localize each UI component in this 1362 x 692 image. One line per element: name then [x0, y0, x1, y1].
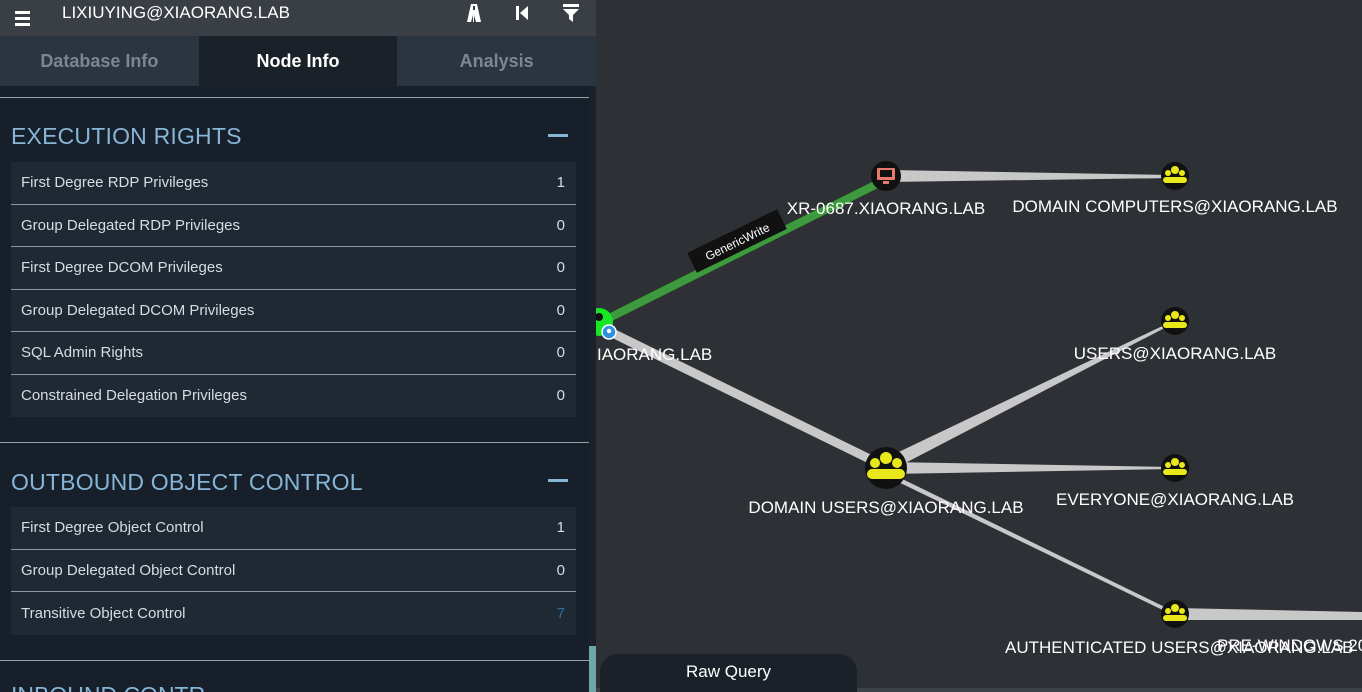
scrollbar-thumb[interactable] [589, 646, 596, 692]
section-title-outbound-object-control[interactable]: OUTBOUND OBJECT CONTROL [11, 469, 363, 496]
section-title-execution-rights[interactable]: EXECUTION RIGHTS [11, 123, 242, 150]
node-label-pre-windows: PRE-WINDOWS 20 [1217, 636, 1362, 655]
node-xr-0687[interactable] [871, 161, 901, 191]
tab-analysis[interactable]: Analysis [397, 36, 596, 86]
back-icon[interactable] [508, 0, 536, 26]
pathfinding-icon[interactable] [460, 0, 488, 26]
node-users[interactable] [1161, 307, 1189, 335]
edge-generic-write[interactable] [596, 175, 890, 327]
table-row[interactable]: First Degree Object Control 1 [11, 507, 576, 550]
table-row[interactable]: Group Delegated Object Control 0 [11, 549, 576, 592]
node-label-domain-computers: DOMAIN COMPUTERS@XIAORANG.LAB [1012, 197, 1337, 216]
table-row[interactable]: First Degree RDP Privileges 1 [11, 162, 576, 205]
tab-node-info[interactable]: Node Info [198, 36, 398, 86]
table-row[interactable]: Group Delegated DCOM Privileges 0 [11, 289, 576, 332]
row-label: First Degree DCOM Privileges [21, 259, 223, 277]
outbound-object-control-table: First Degree Object Control 1 Group Deleg… [11, 507, 576, 635]
collapse-execution-rights-icon[interactable] [548, 134, 568, 137]
row-label: Group Delegated RDP Privileges [21, 216, 241, 234]
user-icon [595, 313, 603, 321]
tab-database-info[interactable]: Database Info [0, 36, 199, 86]
row-label: First Degree Object Control [21, 519, 204, 537]
menu-icon[interactable] [0, 0, 44, 36]
row-label: Group Delegated DCOM Privileges [21, 301, 255, 319]
node-everyone[interactable] [1161, 454, 1189, 482]
section-title-inbound-control[interactable]: INBOUND CONTR [11, 682, 205, 692]
node-label-domain-users: DOMAIN USERS@XIAORANG.LAB [748, 498, 1023, 517]
row-value: 0 [556, 344, 565, 362]
panel-tabs: Database Info Node Info Analysis [0, 36, 596, 86]
search-bar [0, 0, 596, 36]
table-row[interactable]: SQL Admin Rights 0 [11, 332, 576, 375]
graph-edges [596, 170, 1362, 620]
node-domain-computers[interactable] [1161, 162, 1189, 190]
table-row[interactable]: Group Delegated RDP Privileges 0 [11, 204, 576, 247]
search-input[interactable] [48, 0, 448, 26]
node-label-xr-0687: XR-0687.XIAORANG.LAB [787, 199, 985, 218]
row-label: First Degree RDP Privileges [21, 174, 209, 192]
row-label: Constrained Delegation Privileges [21, 387, 247, 405]
node-domain-users[interactable] [865, 447, 907, 489]
row-label: Transitive Object Control [21, 604, 186, 622]
raw-query-button[interactable]: Raw Query [600, 654, 857, 692]
edge-domain-users-users[interactable] [882, 320, 1176, 472]
table-row[interactable]: Transitive Object Control 7 [11, 592, 576, 635]
node-info-panel: Database Info Node Info Analysis EXECUTI… [0, 0, 596, 692]
row-value: 0 [556, 561, 565, 579]
row-value: 0 [556, 387, 565, 405]
edge-authenticated-pre-windows[interactable] [1175, 608, 1362, 620]
node-info-content[interactable]: EXECUTION RIGHTS First Degree RDP Privil… [0, 86, 589, 692]
node-label-everyone: EVERYONE@XIAORANG.LAB [1056, 490, 1294, 509]
edge-xr-domain-computers[interactable] [886, 170, 1175, 182]
section-divider [0, 97, 589, 98]
row-value: 0 [556, 301, 565, 319]
transitive-object-control-link[interactable]: 7 [557, 605, 565, 622]
node-label-users: USERS@XIAORANG.LAB [1074, 344, 1276, 363]
section-divider [0, 442, 589, 443]
row-value: 1 [556, 174, 565, 192]
edge-domain-users-everyone[interactable] [886, 462, 1175, 474]
table-row[interactable]: Constrained Delegation Privileges 0 [11, 374, 576, 417]
section-divider [0, 660, 589, 661]
table-row[interactable]: First Degree DCOM Privileges 0 [11, 247, 576, 290]
edge-lixiuying-domain-users[interactable] [596, 320, 886, 470]
row-value: 0 [556, 259, 565, 277]
collapse-outbound-object-control-icon[interactable] [548, 479, 568, 482]
node-label-lixiuying: IAORANG.LAB [597, 345, 712, 364]
node-authenticated-users[interactable] [1161, 600, 1189, 628]
row-value: 0 [556, 216, 565, 234]
execution-rights-table: First Degree RDP Privileges 1 Group Deleg… [11, 162, 576, 417]
filter-icon[interactable] [557, 0, 585, 26]
row-value: 1 [556, 519, 565, 537]
row-label: Group Delegated Object Control [21, 561, 236, 579]
scrollbar-track[interactable] [589, 86, 596, 692]
row-label: SQL Admin Rights [21, 344, 143, 362]
